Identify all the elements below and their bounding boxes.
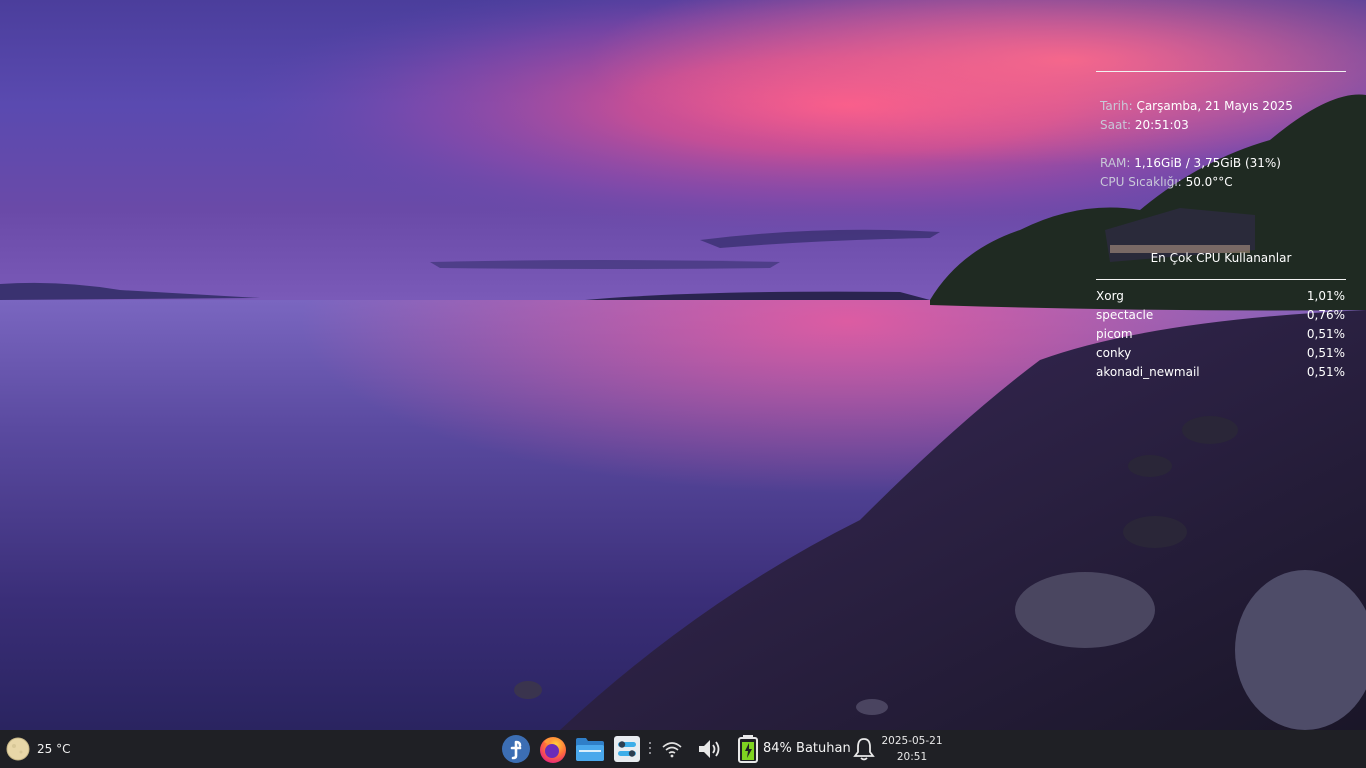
conky-divider <box>1096 71 1346 72</box>
process-name: conky <box>1096 346 1132 360</box>
taskbar: 25 °C 84% Batuhan 2025-05-21 20:51 <box>0 730 1366 768</box>
volume-tray-button[interactable] <box>694 730 726 768</box>
process-cpu: 0,51% <box>1306 365 1345 379</box>
time-label: Saat: <box>1100 118 1132 132</box>
cpu-temp-value: 50.0°°C <box>1185 175 1233 189</box>
fedora-launcher-button[interactable] <box>498 730 534 768</box>
process-row: picom 0,51% <box>1096 325 1346 344</box>
clock-time[interactable]: 20:51 <box>876 751 948 763</box>
weather-widget[interactable] <box>4 730 32 768</box>
conky-divider <box>1096 279 1346 280</box>
process-name: Xorg <box>1096 289 1124 303</box>
process-name: picom <box>1096 327 1133 341</box>
network-tray-button[interactable] <box>658 730 686 768</box>
ram-value: 1,16GiB / 3,75GiB (31%) <box>1134 156 1281 170</box>
conky-cpu-temp-row: CPU Sıcaklığı: 50.0°°C <box>1100 173 1233 192</box>
settings-icon <box>614 736 640 762</box>
battery-tray-button[interactable] <box>733 730 763 768</box>
process-cpu: 0,51% <box>1306 346 1345 360</box>
weather-temperature[interactable]: 25 °C <box>37 742 70 756</box>
conky-time-row: Saat: 20:51:03 <box>1100 116 1189 135</box>
process-row: spectacle 0,76% <box>1096 306 1346 325</box>
moon-icon <box>6 737 30 761</box>
conky-ram-row: RAM: 1,16GiB / 3,75GiB (31%) <box>1100 154 1281 173</box>
process-cpu: 1,01% <box>1306 289 1345 303</box>
bell-icon <box>853 738 875 761</box>
process-cpu: 0,51% <box>1306 327 1345 341</box>
notifications-tray-button[interactable] <box>850 730 878 768</box>
process-row: conky 0,51% <box>1096 344 1346 363</box>
system-settings-taskbar-button[interactable] <box>609 730 645 768</box>
process-name: akonadi_newmail <box>1096 365 1200 379</box>
ram-label: RAM: <box>1100 156 1131 170</box>
battery-status-text[interactable]: 84% Batuhan <box>763 741 851 756</box>
battery-charging-icon <box>738 735 758 763</box>
process-name: spectacle <box>1096 308 1154 322</box>
time-value: 20:51:03 <box>1134 118 1189 132</box>
panel-handle[interactable] <box>649 742 652 756</box>
cpu-temp-label: CPU Sıcaklığı: <box>1100 175 1182 189</box>
process-row: akonadi_newmail 0,51% <box>1096 363 1346 382</box>
date-value: Çarşamba, 21 Mayıs 2025 <box>1136 99 1293 113</box>
clock-date[interactable]: 2025-05-21 <box>876 735 948 747</box>
top-cpu-title: En Çok CPU Kullananlar <box>1150 251 1292 265</box>
fedora-icon <box>502 735 530 763</box>
firefox-taskbar-button[interactable] <box>535 730 571 768</box>
firefox-icon <box>540 737 566 763</box>
file-manager-taskbar-button[interactable] <box>572 730 608 768</box>
process-row: Xorg 1,01% <box>1096 287 1346 306</box>
date-label: Tarih: <box>1100 99 1133 113</box>
wifi-icon <box>662 742 682 758</box>
process-cpu: 0,76% <box>1306 308 1345 322</box>
folder-icon <box>576 738 604 761</box>
conky-date-row: Tarih: Çarşamba, 21 Mayıs 2025 <box>1100 97 1293 116</box>
volume-icon <box>699 740 720 758</box>
